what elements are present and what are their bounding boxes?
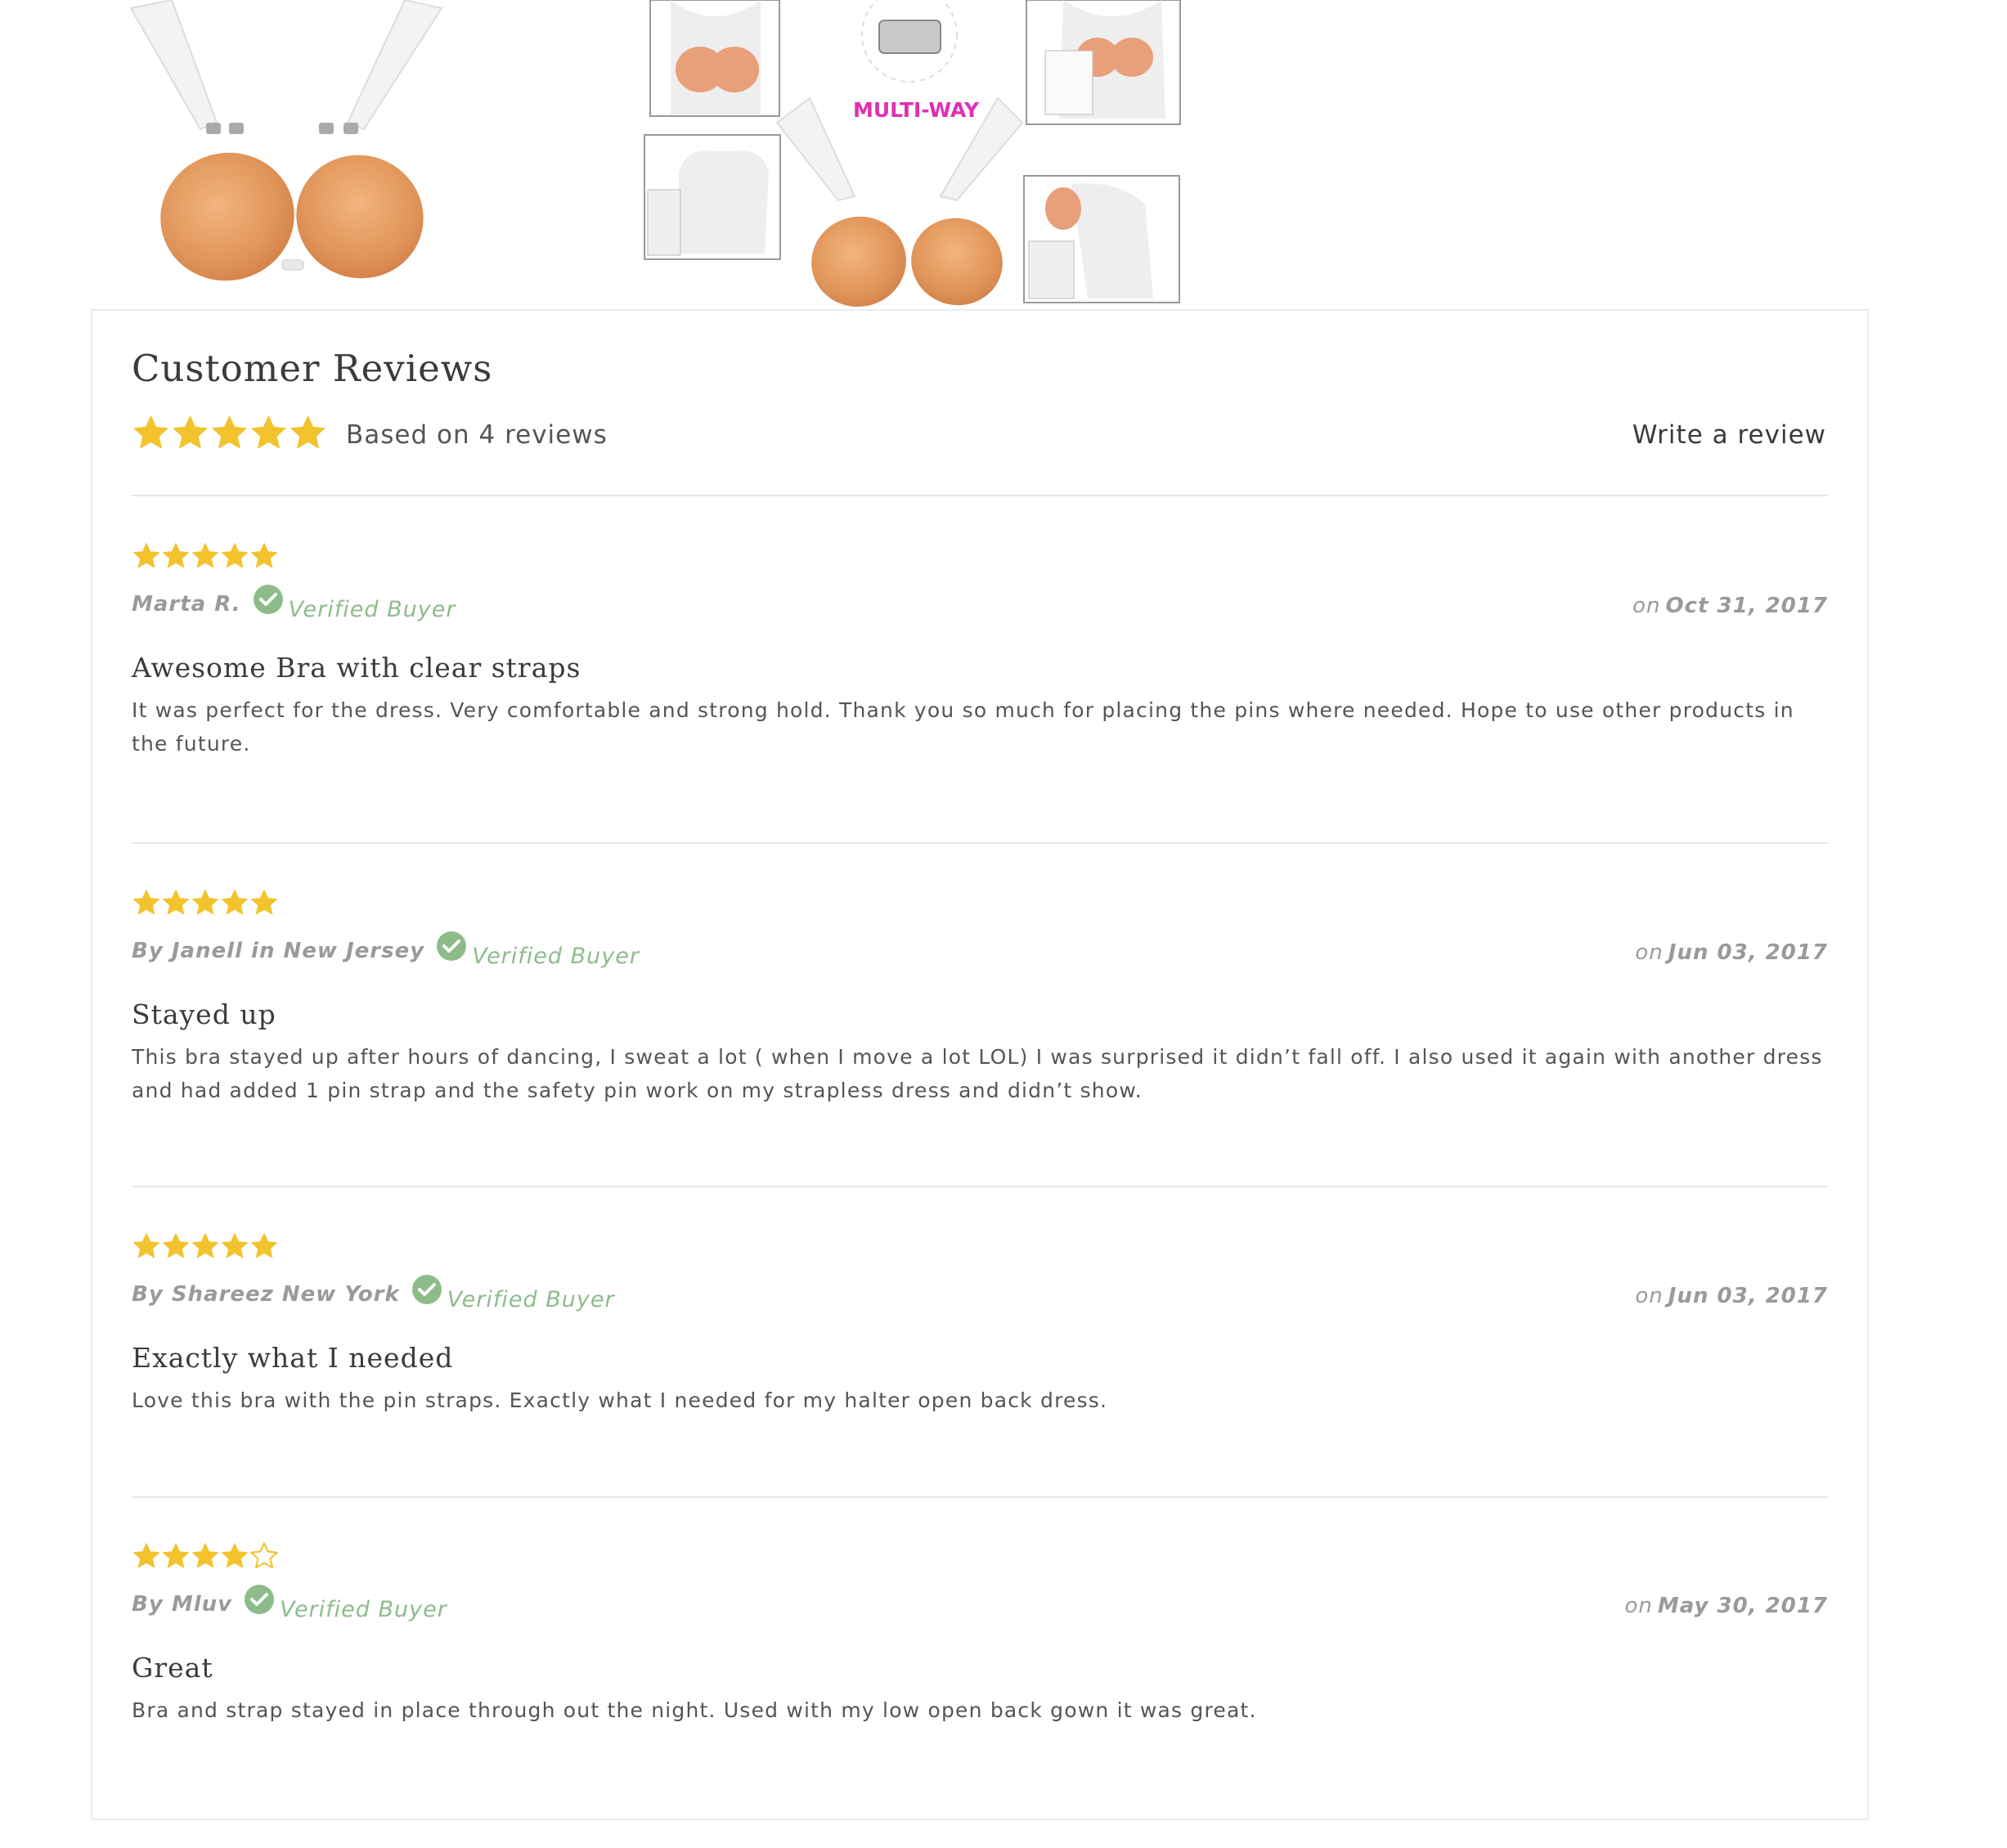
product-image-collage[interactable]: MULTI-WAY [630, 0, 1194, 311]
review-author: By Shareez New York [132, 1282, 400, 1307]
review-author: By Janell in New Jersey [132, 939, 425, 963]
star-filled-icon [250, 889, 278, 915]
star-filled-icon [250, 1232, 278, 1258]
review-date: on May 30, 2017 [1625, 1594, 1828, 1618]
star-filled-icon [290, 415, 326, 449]
verified-buyer-label: Verified Buyer [280, 1596, 447, 1622]
date-prefix: on [1635, 1284, 1664, 1308]
review-date-value: Oct 31, 2017 [1665, 594, 1828, 618]
product-photo-collage [644, 0, 1181, 307]
reviews-count-text: Based on 4 reviews [346, 420, 608, 450]
verified-check-icon [411, 1275, 442, 1304]
review-date-value: May 30, 2017 [1657, 1594, 1828, 1618]
star-filled-icon [221, 889, 249, 915]
divider [132, 495, 1828, 496]
star-filled-icon [162, 1232, 190, 1258]
star-filled-icon [132, 1232, 160, 1258]
review-date: on Jun 03, 2017 [1635, 1284, 1828, 1308]
star-filled-icon [132, 542, 160, 568]
verified-check-icon [253, 585, 283, 614]
review-rating-stars [132, 1541, 279, 1571]
review-date-value: Jun 03, 2017 [1668, 1284, 1828, 1308]
review-rating-stars [132, 1231, 279, 1261]
divider [132, 842, 1828, 844]
star-filled-icon [173, 415, 208, 449]
star-filled-icon [251, 415, 286, 449]
star-filled-icon [191, 1232, 219, 1258]
review-author: By Mluv [132, 1592, 233, 1617]
star-filled-icon [133, 415, 168, 449]
star-filled-icon [191, 889, 219, 915]
star-filled-icon [221, 1542, 249, 1568]
star-filled-icon [221, 1232, 249, 1258]
review-rating-stars [132, 541, 279, 571]
star-filled-icon [250, 542, 278, 568]
reviews-summary: Based on 4 reviews [132, 415, 608, 455]
review-date-value: Jun 03, 2017 [1668, 940, 1828, 965]
review-author-row: By Shareez New York Verified Buyer [132, 1275, 615, 1312]
date-prefix: on [1635, 940, 1664, 965]
star-filled-icon [132, 889, 160, 915]
divider [132, 1496, 1828, 1498]
date-prefix: on [1632, 594, 1661, 618]
star-filled-icon [132, 1542, 160, 1568]
reviews-title: Customer Reviews [132, 347, 493, 390]
date-prefix: on [1624, 1594, 1653, 1618]
star-filled-icon [162, 1542, 190, 1568]
verified-check-icon [437, 931, 467, 961]
review-title: Great [132, 1652, 213, 1684]
review-title: Awesome Bra with clear straps [132, 652, 581, 684]
multi-way-badge: MULTI-WAY [852, 98, 980, 122]
average-rating-stars [132, 414, 328, 456]
review-title: Stayed up [132, 998, 276, 1030]
product-image-main[interactable] [114, 0, 458, 303]
star-filled-icon [162, 889, 190, 915]
star-filled-icon [162, 542, 190, 568]
review-author-row: By Janell in New Jersey Verified Buyer [132, 931, 640, 969]
review-date: on Oct 31, 2017 [1632, 594, 1828, 618]
review-body: It was perfect for the dress. Very comfo… [132, 698, 1794, 756]
review-author-row: Marta R. Verified Buyer [132, 585, 456, 622]
review-author: Marta R. [132, 592, 241, 617]
review-rating-stars [132, 888, 279, 917]
divider [132, 1186, 1828, 1187]
customer-reviews-panel: Customer Reviews Based on 4 reviews Writ… [91, 309, 1869, 1820]
review-author-row: By Mluv Verified Buyer [132, 1585, 447, 1622]
verified-buyer-label: Verified Buyer [472, 943, 640, 969]
star-filled-icon [221, 542, 249, 568]
star-filled-icon [191, 1542, 219, 1568]
star-filled-icon [212, 415, 247, 449]
review-body: Bra and strap stayed in place through ou… [132, 1698, 1257, 1722]
verified-buyer-label: Verified Buyer [288, 596, 456, 622]
review-title: Exactly what I needed [132, 1342, 454, 1374]
review-body: This bra stayed up after hours of dancin… [132, 1045, 1823, 1102]
verified-buyer-label: Verified Buyer [447, 1286, 615, 1312]
review-date: on Jun 03, 2017 [1635, 940, 1828, 965]
write-review-link[interactable]: Write a review [1632, 420, 1826, 450]
star-filled-icon [191, 542, 219, 568]
verified-check-icon [245, 1585, 275, 1614]
review-body: Love this bra with the pin straps. Exact… [132, 1388, 1108, 1412]
product-photo-strapless-bra [129, 0, 443, 281]
star-empty-icon [250, 1542, 278, 1569]
